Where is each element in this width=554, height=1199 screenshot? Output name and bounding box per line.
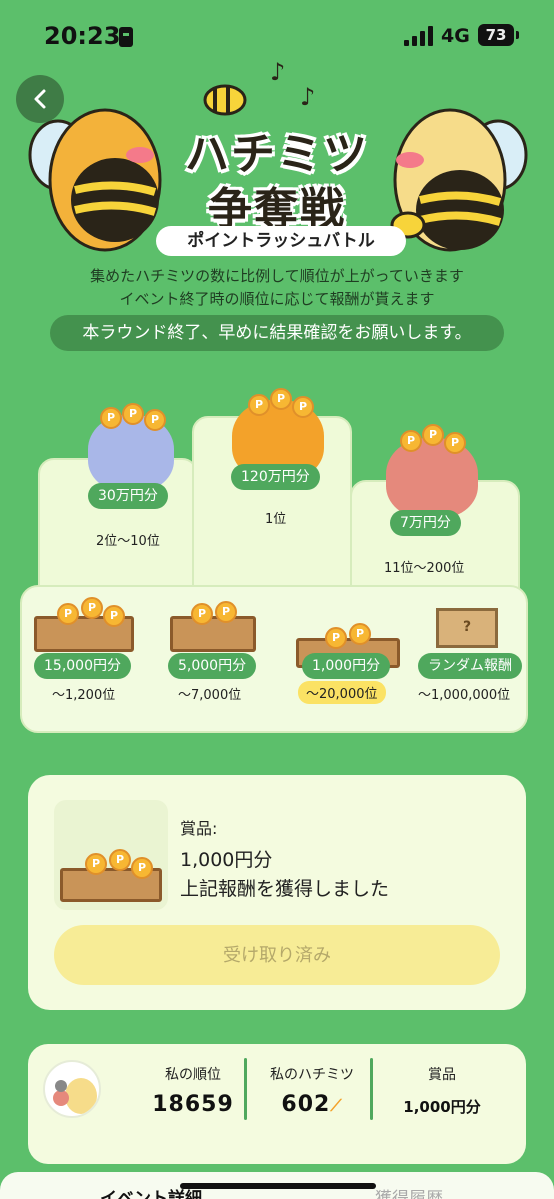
honey-value: 602 [281,1092,331,1117]
prize-second: 30万円分 [88,483,168,509]
divider [370,1058,373,1120]
reward-crate-icon: PPP [54,800,168,910]
home-indicator[interactable] [180,1183,376,1189]
my-stats-card: 私の順位 18659 私のハチミツ 602⟋ 賞品 1,000円分 [28,1044,526,1164]
description-line-1: 集めたハチミツの数に比例して順位が上がっていきます [90,267,464,285]
stat-prize: 賞品 1,000円分 [380,1064,504,1117]
prize-tier-7: ランダム報酬 [418,653,522,679]
rank-tier-6-current: 〜20,000位 [298,681,386,704]
stat-honey: 私のハチミツ 602⟋ [254,1064,370,1117]
reward-message: 上記報酬を獲得しました [180,878,390,900]
avatar-mascot-icon [53,1078,97,1114]
coin-crate-large-icon: PPP [34,597,134,652]
chevron-left-icon [34,89,46,109]
coin-crate-medium-icon: PP [170,601,256,652]
prize-third: 7万円分 [390,510,461,536]
rank-tier-4: 〜1,200位 [52,688,116,703]
honey-label: 私のハチミツ [270,1067,354,1083]
reward-label: 賞品: [180,819,218,838]
honey-pot-red-icon: PPP [386,424,478,518]
rank-third: 11位〜200位 [384,561,465,576]
description-line-2: イベント終了時の順位に応じて報酬が貰えます [119,290,435,308]
svg-text:♪: ♪ [300,83,315,111]
prize-value: 1,000円分 [403,1098,481,1116]
prize-label: 賞品 [428,1067,456,1083]
prize-tier-5: 5,000円分 [168,653,257,679]
orientation-lock-icon [119,27,133,47]
claimed-button[interactable]: 受け取り済み [54,925,500,985]
round-end-notice: 本ラウンド終了、早めに結果確認をお願いします。 [50,315,504,351]
divider [244,1058,247,1120]
rank-value: 18659 [152,1092,234,1117]
prize-podium: PPP PPP PPP 30万円分 120万円分 7万円分 2位〜10位 1位 … [20,380,528,735]
rank-tier-5: 〜7,000位 [178,688,242,703]
honey-pot-blue-icon: PPP [88,403,174,491]
back-button[interactable] [16,75,64,123]
prize-first: 120万円分 [231,464,320,490]
network-type: 4G [441,25,470,47]
rank-tier-7: 〜1,000,000位 [418,688,511,703]
signal-icon [404,26,434,46]
status-time: 20:23 [44,22,121,50]
event-banner: ♪ ♪ ハチミツ 争奪戦 ポイントラッシュバトル [20,60,534,260]
battery-icon: 73 [478,24,519,46]
reward-card: PPP 賞品: 1,000円分 上記報酬を獲得しました 受け取り済み [28,775,526,1010]
honey-dipper-icon: ⟋ [330,1096,343,1115]
stat-rank: 私の順位 18659 [138,1064,248,1117]
tab-history[interactable]: 獲得履歴 [375,1184,443,1199]
mystery-box-icon: ? [436,608,498,648]
prize-tier-6: 1,000円分 [302,653,391,679]
event-subtitle: ポイントラッシュバトル [156,226,406,256]
reward-value: 1,000円分 [180,849,273,871]
rank-first: 1位 [265,512,287,527]
rank-label: 私の順位 [165,1067,221,1083]
prize-tier-4: 15,000円分 [34,653,131,679]
svg-text:♪: ♪ [270,60,285,86]
rank-second: 2位〜10位 [96,534,160,549]
avatar[interactable] [43,1060,101,1118]
